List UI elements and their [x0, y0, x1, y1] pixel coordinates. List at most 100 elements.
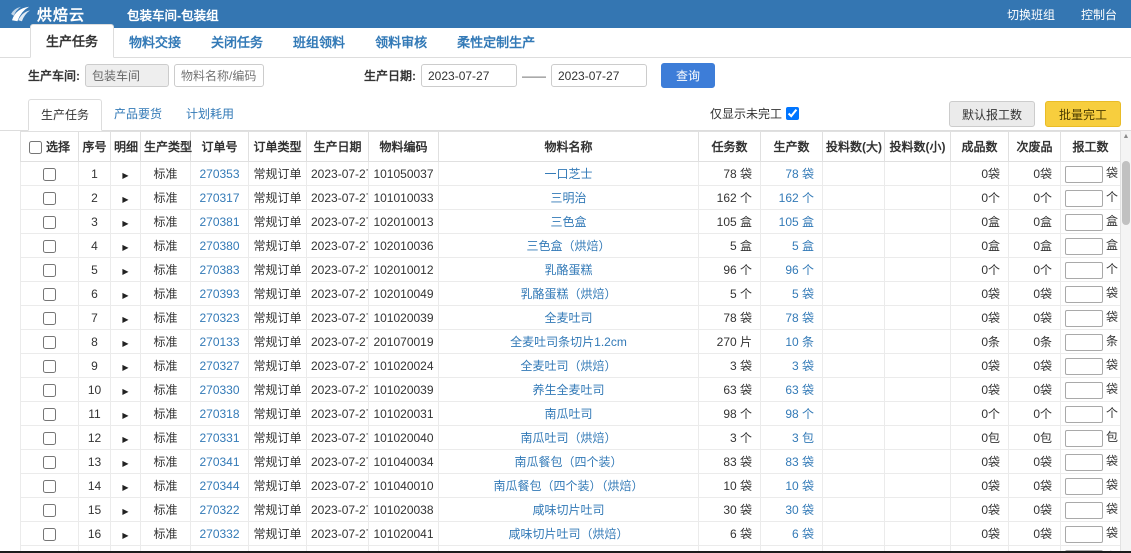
- material-name-link[interactable]: 咸味切片吐司: [532, 503, 604, 517]
- row-produced-qty[interactable]: 63 袋: [761, 378, 823, 402]
- report-qty-input[interactable]: [1065, 526, 1103, 543]
- report-qty-input[interactable]: [1065, 190, 1103, 207]
- row-select-checkbox[interactable]: [43, 384, 56, 397]
- order-no-link[interactable]: 270341: [199, 455, 239, 469]
- material-name-link[interactable]: 全麦吐司条切片1.2cm: [510, 335, 627, 349]
- report-qty-input[interactable]: [1065, 310, 1103, 327]
- switch-team-link[interactable]: 切换班组: [1007, 6, 1055, 23]
- expand-row-icon[interactable]: ▶: [122, 459, 128, 468]
- material-search-input[interactable]: [174, 64, 264, 87]
- material-name-link[interactable]: 全麦吐司: [544, 311, 592, 325]
- row-select-checkbox[interactable]: [43, 192, 56, 205]
- order-no-link[interactable]: 270381: [199, 215, 239, 229]
- main-tab-4[interactable]: 领料审核: [360, 26, 442, 58]
- row-produced-qty[interactable]: 30 袋: [761, 498, 823, 522]
- workshop-filter-input[interactable]: [85, 64, 169, 87]
- expand-row-icon[interactable]: ▶: [122, 291, 128, 300]
- search-button[interactable]: 查询: [661, 63, 715, 88]
- order-no-link[interactable]: 270327: [199, 359, 239, 373]
- row-produced-qty[interactable]: 5 袋: [761, 282, 823, 306]
- expand-row-icon[interactable]: ▶: [122, 267, 128, 276]
- order-no-link[interactable]: 270332: [199, 527, 239, 541]
- only-unfinished-checkbox[interactable]: [786, 107, 799, 120]
- order-no-link[interactable]: 270318: [199, 407, 239, 421]
- date-from-input[interactable]: [421, 64, 517, 87]
- material-name-link[interactable]: 养生全麦吐司: [532, 383, 604, 397]
- order-no-link[interactable]: 270317: [199, 191, 239, 205]
- report-qty-input[interactable]: [1065, 238, 1103, 255]
- expand-row-icon[interactable]: ▶: [122, 531, 128, 540]
- expand-row-icon[interactable]: ▶: [122, 339, 128, 348]
- material-name-link[interactable]: 南瓜餐包（四个装）: [514, 455, 622, 469]
- expand-row-icon[interactable]: ▶: [122, 435, 128, 444]
- row-select-checkbox[interactable]: [43, 240, 56, 253]
- report-qty-input[interactable]: [1065, 286, 1103, 303]
- expand-row-icon[interactable]: ▶: [122, 243, 128, 252]
- row-select-checkbox[interactable]: [43, 168, 56, 181]
- report-qty-input[interactable]: [1065, 214, 1103, 231]
- expand-row-icon[interactable]: ▶: [122, 219, 128, 228]
- sub-tab-2[interactable]: 计划耗用: [174, 99, 246, 131]
- row-select-checkbox[interactable]: [43, 456, 56, 469]
- report-qty-input[interactable]: [1065, 478, 1103, 495]
- row-select-checkbox[interactable]: [43, 288, 56, 301]
- row-select-checkbox[interactable]: [43, 480, 56, 493]
- console-link[interactable]: 控制台: [1081, 6, 1117, 23]
- row-produced-qty[interactable]: 105 盒: [761, 210, 823, 234]
- row-select-checkbox[interactable]: [43, 432, 56, 445]
- report-qty-input[interactable]: [1065, 382, 1103, 399]
- order-no-link[interactable]: 270353: [199, 167, 239, 181]
- material-name-link[interactable]: 三明治: [550, 191, 586, 205]
- report-qty-input[interactable]: [1065, 454, 1103, 471]
- report-qty-input[interactable]: [1065, 262, 1103, 279]
- expand-row-icon[interactable]: ▶: [122, 483, 128, 492]
- date-to-input[interactable]: [551, 64, 647, 87]
- row-produced-qty[interactable]: 10 袋: [761, 474, 823, 498]
- sub-tab-1[interactable]: 产品要货: [102, 99, 174, 131]
- expand-row-icon[interactable]: ▶: [122, 507, 128, 516]
- default-report-count-button[interactable]: 默认报工数: [949, 101, 1035, 127]
- order-no-link[interactable]: 270344: [199, 479, 239, 493]
- row-produced-qty[interactable]: 78 袋: [761, 306, 823, 330]
- row-produced-qty[interactable]: 83 袋: [761, 450, 823, 474]
- order-no-link[interactable]: 270322: [199, 503, 239, 517]
- order-no-link[interactable]: 270383: [199, 263, 239, 277]
- scroll-up-icon[interactable]: ▲: [1121, 133, 1131, 140]
- expand-row-icon[interactable]: ▶: [122, 411, 128, 420]
- batch-finish-button[interactable]: 批量完工: [1045, 101, 1121, 127]
- vertical-scrollbar[interactable]: ▲: [1120, 131, 1131, 553]
- order-no-link[interactable]: 270323: [199, 311, 239, 325]
- report-qty-input[interactable]: [1065, 166, 1103, 183]
- material-name-link[interactable]: 咸味切片吐司（烘焙）: [508, 527, 628, 541]
- select-all-checkbox[interactable]: [29, 141, 42, 154]
- main-tab-5[interactable]: 柔性定制生产: [442, 26, 550, 58]
- row-select-checkbox[interactable]: [43, 336, 56, 349]
- material-name-link[interactable]: 南瓜吐司: [544, 407, 592, 421]
- row-select-checkbox[interactable]: [43, 360, 56, 373]
- row-produced-qty[interactable]: 78 袋: [761, 162, 823, 186]
- expand-row-icon[interactable]: ▶: [122, 315, 128, 324]
- row-produced-qty[interactable]: 3 袋: [761, 354, 823, 378]
- expand-row-icon[interactable]: ▶: [122, 171, 128, 180]
- row-produced-qty[interactable]: 98 个: [761, 402, 823, 426]
- row-produced-qty[interactable]: 162 个: [761, 186, 823, 210]
- row-produced-qty[interactable]: 5 盒: [761, 234, 823, 258]
- row-produced-qty[interactable]: 6 袋: [761, 522, 823, 546]
- row-select-checkbox[interactable]: [43, 216, 56, 229]
- expand-row-icon[interactable]: ▶: [122, 363, 128, 372]
- report-qty-input[interactable]: [1065, 502, 1103, 519]
- report-qty-input[interactable]: [1065, 334, 1103, 351]
- report-qty-input[interactable]: [1065, 358, 1103, 375]
- material-name-link[interactable]: 三色盒（烘焙）: [526, 239, 610, 253]
- material-name-link[interactable]: 南瓜吐司（烘焙）: [520, 431, 616, 445]
- scrollbar-thumb[interactable]: [1122, 161, 1130, 225]
- material-name-link[interactable]: 全麦吐司（烘焙）: [520, 359, 616, 373]
- order-no-link[interactable]: 270133: [199, 335, 239, 349]
- material-name-link[interactable]: 乳酪蛋糕: [544, 263, 592, 277]
- material-name-link[interactable]: 一口芝士: [544, 167, 592, 181]
- order-no-link[interactable]: 270330: [199, 383, 239, 397]
- material-name-link[interactable]: 三色盒: [550, 215, 586, 229]
- row-select-checkbox[interactable]: [43, 312, 56, 325]
- material-name-link[interactable]: 乳酪蛋糕（烘焙）: [520, 287, 616, 301]
- row-select-checkbox[interactable]: [43, 264, 56, 277]
